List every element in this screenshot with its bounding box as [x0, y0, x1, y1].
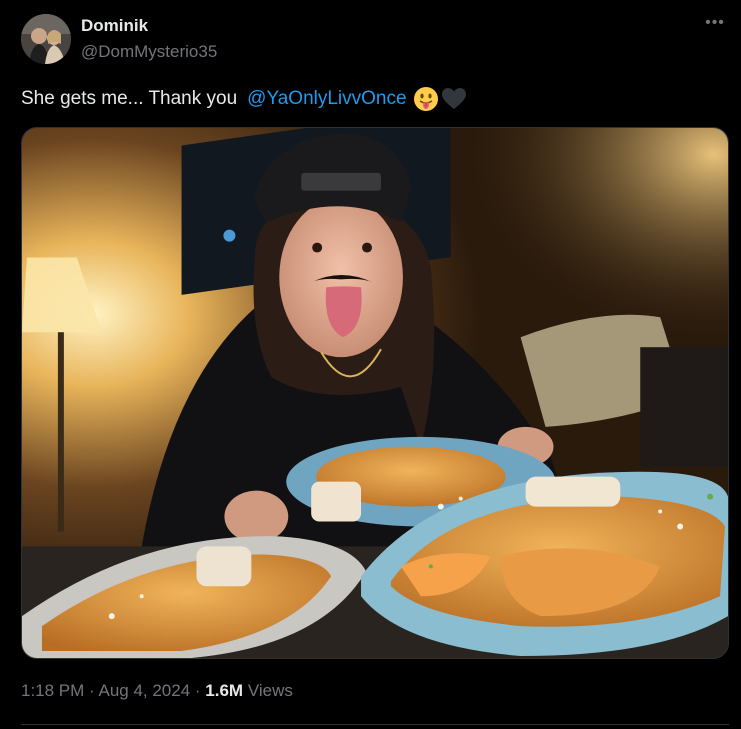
meta-separator: · [84, 681, 99, 700]
photo-content [22, 128, 728, 658]
black-heart-icon [441, 86, 467, 112]
tweet-date[interactable]: Aug 4, 2024 [98, 681, 190, 700]
mention-link[interactable]: @YaOnlyLivvOnce [247, 88, 406, 110]
tweet-container: Dominik @DomMysterio35 ••• She gets me..… [0, 0, 741, 729]
views-count: 1.6M [205, 681, 244, 700]
tweet-photo[interactable] [21, 127, 729, 659]
more-options-icon[interactable]: ••• [700, 15, 730, 38]
divider [21, 724, 729, 725]
author-name[interactable]: Dominik [81, 16, 148, 36]
tweet-time[interactable]: 1:18 PM [21, 681, 84, 700]
tweet-body: She gets me... Thank you [21, 88, 238, 109]
avatar-image [21, 14, 71, 64]
author-handle[interactable]: @DomMysterio35 [81, 42, 217, 62]
author-avatar[interactable] [21, 14, 71, 64]
tweet-meta: 1:18 PM · Aug 4, 2024 · 1.6M Views [21, 681, 293, 701]
views-label: Views [247, 681, 293, 700]
meta-separator: · [190, 681, 206, 700]
tongue-out-face-icon [413, 86, 439, 112]
tweet-text: She gets me... Thank you @YaOnlyLivvOnce [21, 86, 467, 112]
